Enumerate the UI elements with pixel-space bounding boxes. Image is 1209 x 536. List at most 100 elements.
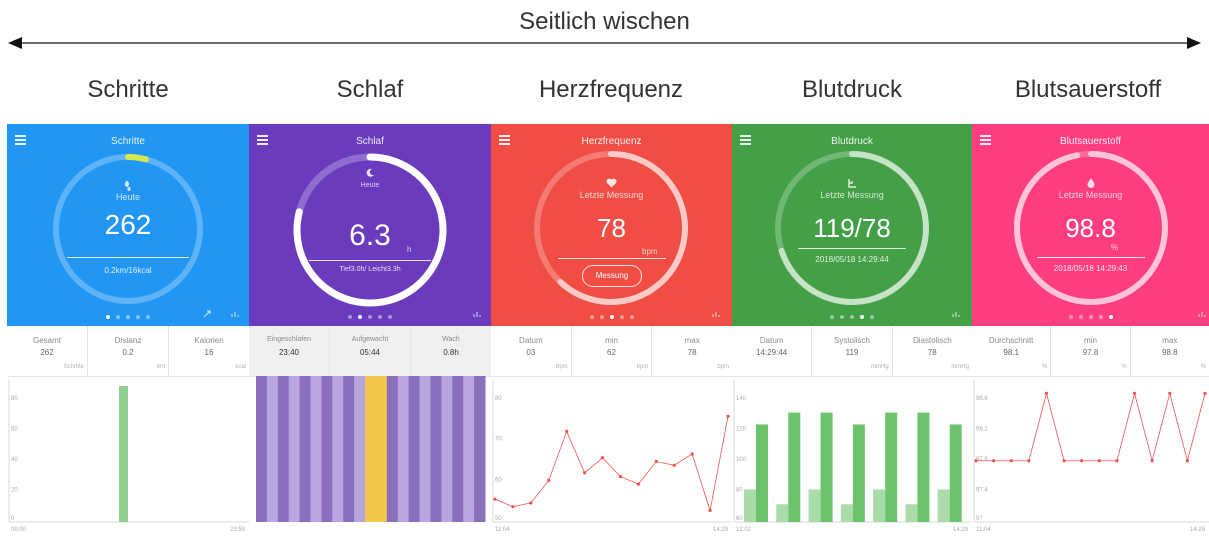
diastolic-bar	[873, 489, 886, 522]
stat-label: Distanz	[114, 336, 142, 345]
sleep-chart[interactable]	[249, 376, 491, 536]
footprint-icon	[125, 181, 131, 191]
data-point	[672, 463, 676, 467]
sleep-header: Schlaf Heute 6.3 h Tief3.0h/ Leicht3.3h	[249, 124, 491, 326]
stat-label: Gesamt	[32, 336, 61, 345]
moon-icon	[366, 168, 374, 177]
x-start-label: 11:04	[495, 527, 510, 533]
y-tick-label: 100	[736, 457, 747, 463]
data-point	[1168, 391, 1172, 395]
page-indicator[interactable]	[249, 315, 491, 319]
stat-cell: Datum 14:29:44	[732, 326, 813, 376]
y-tick-label: 98.2	[976, 427, 988, 433]
stat-cell: min 97.8%	[1051, 326, 1131, 376]
stat-cell: Durchschnitt 98.1%	[972, 326, 1052, 376]
spo2-timestamp: 2018/05/18 14:29:43	[1053, 264, 1128, 273]
data-point	[493, 497, 497, 501]
sleep-segment	[256, 376, 268, 522]
x-start-label: 11:04	[976, 527, 991, 533]
sleep-value: 6.3	[349, 219, 391, 252]
sleep-segment	[375, 376, 388, 522]
chart-icon[interactable]	[712, 310, 720, 318]
sleep-breakdown: Tief3.0h/ Leicht3.3h	[339, 266, 401, 273]
stat-label: max	[1162, 336, 1178, 345]
sleep-segment	[408, 376, 421, 522]
data-point	[1062, 459, 1066, 463]
stat-unit: kcal	[235, 364, 246, 370]
steps-chart[interactable]: 80 60 40 20 0 00:00 23:59	[7, 376, 249, 536]
sleep-segment	[277, 376, 290, 522]
systolic-bar	[852, 424, 865, 522]
sleep-segment	[419, 376, 431, 522]
page-indicator[interactable]	[491, 315, 732, 319]
page-indicator[interactable]	[972, 315, 1209, 319]
stat-label: Systolisch	[833, 336, 870, 345]
y-tick-label: 0	[11, 516, 15, 522]
stat-label: Wach	[442, 336, 460, 343]
stat-unit: bpm	[556, 364, 568, 370]
steps-value: 262	[104, 209, 152, 240]
y-tick-label: 80	[495, 396, 502, 402]
data-point	[583, 471, 587, 475]
heart-summary: Datum 03 bpm min 62 bpm max 78 bpm	[491, 326, 732, 377]
divider	[67, 257, 189, 258]
stat-cell: Systolisch 119 mmHg	[812, 326, 893, 376]
stat-value: 119	[845, 348, 859, 357]
stat-label: max	[684, 336, 700, 345]
data-point	[1115, 459, 1119, 463]
sleep-segment	[310, 376, 322, 522]
data-point	[992, 459, 996, 463]
sleep-segment	[430, 376, 442, 522]
last-measurement-label: Letzte Messung	[820, 190, 884, 200]
bp-header: Blutdruck Letzte Messung 119/78 2018/05/…	[732, 124, 972, 326]
y-tick-label: 97.8	[976, 457, 988, 463]
stat-label: Aufgewacht	[351, 336, 389, 343]
data-point	[726, 414, 730, 418]
divider	[798, 248, 906, 249]
spo2-header: Blutsauerstoff Letzte Messung 98.8 % 201…	[972, 124, 1209, 326]
data-point	[1203, 391, 1207, 395]
column-title-steps: Schritte	[87, 76, 169, 103]
stat-value: 262	[40, 348, 54, 357]
stat-cell: max 78 bpm	[652, 326, 732, 376]
y-tick-label: 70	[495, 437, 502, 443]
x-end-label: 14:29	[713, 527, 729, 533]
sleep-segment	[463, 376, 475, 522]
chart-icon[interactable]	[473, 310, 481, 318]
bp-chart[interactable]: 140 120 100 80 60 12:02 14:29	[732, 376, 972, 536]
y-tick-label: 60	[11, 427, 18, 433]
page-indicator[interactable]	[7, 315, 249, 319]
stat-unit: km	[157, 364, 165, 370]
chart-icon[interactable]	[231, 310, 239, 318]
stat-cell: Datum 03 bpm	[491, 326, 572, 376]
x-start-label: 12:02	[736, 527, 752, 533]
spo2-unit: %	[1111, 243, 1119, 252]
sleep-screen: Schlaf Heute 6.3 h Tief3.0h/ Leicht3.3h …	[249, 124, 491, 536]
data-point	[1080, 459, 1084, 463]
stat-unit: %	[1121, 364, 1127, 370]
stat-value: 23:40	[278, 348, 300, 357]
column-title-heart: Herzfrequenz	[538, 76, 684, 103]
data-point	[511, 505, 515, 509]
x-end-label: 14:29	[953, 527, 969, 533]
stat-label: Kalorien	[194, 336, 224, 345]
swipe-arrow-icon	[8, 37, 1201, 49]
stat-unit: mmHg	[951, 364, 969, 370]
y-tick-label: 60	[736, 516, 743, 522]
stat-unit: %	[1200, 364, 1206, 370]
measure-button[interactable]: Messung	[582, 265, 642, 287]
data-point	[1027, 459, 1031, 463]
page-indicator[interactable]	[732, 315, 972, 319]
y-tick-label: 80	[736, 488, 743, 494]
diastolic-bar	[776, 504, 789, 522]
data-point	[974, 459, 978, 463]
share-icon[interactable]	[203, 310, 211, 318]
chart-icon[interactable]	[952, 310, 960, 318]
chart-icon[interactable]	[1198, 310, 1206, 318]
stat-value: 14:29:44	[756, 348, 788, 357]
heart-chart[interactable]: 80 70 60 50 11:04 14:29	[491, 376, 732, 536]
today-label: Heute	[360, 182, 380, 189]
spo2-chart[interactable]: 98.6 98.2 97.8 97.4 97 11:04 14:29	[972, 376, 1209, 536]
x-start-label: 00:00	[11, 527, 27, 533]
data-point	[708, 508, 712, 513]
